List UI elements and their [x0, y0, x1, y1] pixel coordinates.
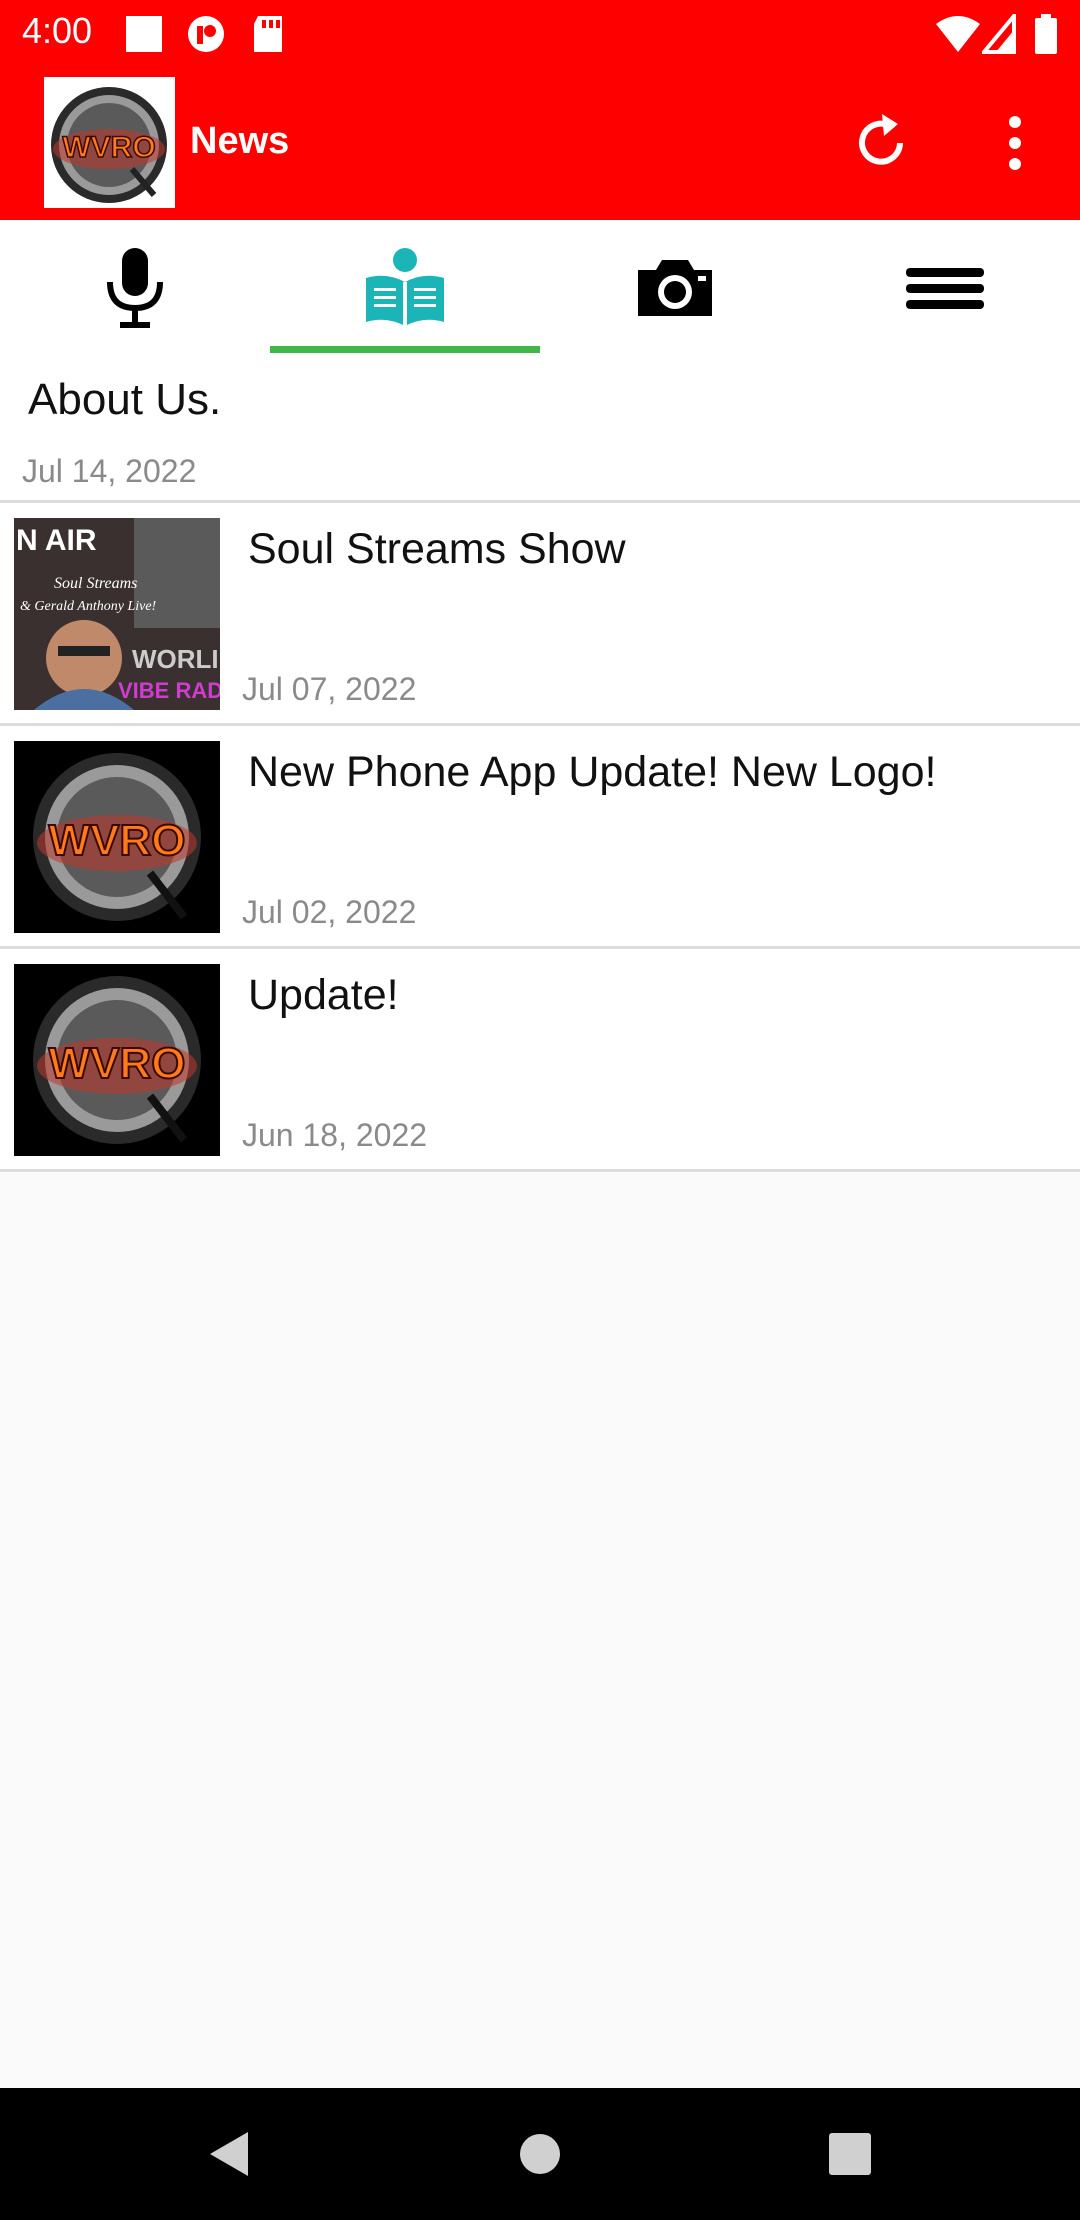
microphone-icon	[107, 247, 163, 328]
page-title: News	[190, 120, 290, 162]
list-item-about[interactable]: About Us. Jul 14, 2022	[0, 355, 1080, 503]
news-date: Jun 18, 2022	[242, 1117, 428, 1153]
recents-button[interactable]	[810, 2118, 890, 2190]
wvro-logo-icon: WVRO	[51, 87, 167, 203]
news-title: New Phone App Update! New Logo!	[248, 748, 937, 796]
back-button[interactable]	[196, 2118, 276, 2190]
svg-text:WVRO: WVRO	[62, 131, 155, 164]
news-thumbnail: WVRO	[14, 741, 220, 933]
news-date: Jul 02, 2022	[242, 894, 417, 930]
list-item[interactable]: WVRO New Phone App Update! New Logo! Jul…	[0, 726, 1080, 949]
wifi-icon	[936, 16, 980, 52]
tab-news[interactable]	[270, 220, 540, 355]
show-poster-image: N AIR Soul Streams & Gerald Anthony Live…	[14, 518, 220, 710]
system-nav-bar	[0, 2088, 1080, 2220]
back-triangle-icon	[210, 2132, 248, 2176]
news-thumbnail: WVRO	[14, 964, 220, 1156]
battery-icon	[1035, 14, 1057, 54]
sd-card-icon	[254, 16, 282, 52]
status-bar: 4:00	[0, 0, 1080, 66]
signal-icon	[982, 14, 1016, 54]
recents-square-icon	[829, 2133, 871, 2175]
tab-gallery[interactable]	[540, 220, 810, 355]
news-title: Soul Streams Show	[248, 525, 626, 573]
svg-text:& Gerald Anthony Live!: & Gerald Anthony Live!	[20, 599, 157, 614]
wvro-logo-icon: WVRO	[14, 741, 220, 933]
camera-icon	[638, 259, 712, 316]
tab-menu[interactable]	[810, 220, 1080, 355]
svg-text:Soul Streams: Soul Streams	[54, 575, 137, 592]
home-button[interactable]	[500, 2118, 580, 2190]
svg-text:VIBE RADI: VIBE RADI	[118, 678, 220, 703]
refresh-icon	[859, 114, 903, 165]
home-circle-icon	[520, 2134, 560, 2174]
news-date: Jul 07, 2022	[242, 671, 417, 707]
status-time: 4:00	[22, 10, 93, 51]
svg-text:WORLI: WORLI	[132, 644, 219, 674]
wvro-logo-icon: WVRO	[14, 964, 220, 1156]
svg-text:N AIR: N AIR	[16, 524, 97, 557]
list-item[interactable]: WVRO Update! Jun 18, 2022	[0, 949, 1080, 1172]
notification-square-icon	[126, 16, 162, 52]
more-vert-icon	[1009, 116, 1021, 170]
news-title: Update!	[248, 971, 399, 1019]
about-title: About Us.	[28, 375, 222, 424]
more-options-button[interactable]	[990, 112, 1040, 174]
news-list: About Us. Jul 14, 2022 N AIR Soul Stream…	[0, 355, 1080, 1172]
about-date: Jul 14, 2022	[22, 453, 197, 489]
svg-text:WVRO: WVRO	[49, 1039, 186, 1088]
menu-icon	[906, 267, 984, 309]
app-logo: WVRO	[44, 77, 175, 208]
refresh-button[interactable]	[848, 110, 914, 176]
svg-text:WVRO: WVRO	[49, 816, 186, 865]
tab-radio[interactable]	[0, 220, 270, 355]
active-tab-indicator	[270, 346, 540, 353]
app-bar: WVRO News	[0, 66, 1080, 220]
list-item[interactable]: N AIR Soul Streams & Gerald Anthony Live…	[0, 503, 1080, 726]
app-notification-icon	[188, 16, 224, 52]
tab-bar	[0, 220, 1080, 355]
news-thumbnail: N AIR Soul Streams & Gerald Anthony Live…	[14, 518, 220, 710]
news-reader-icon	[366, 247, 444, 326]
